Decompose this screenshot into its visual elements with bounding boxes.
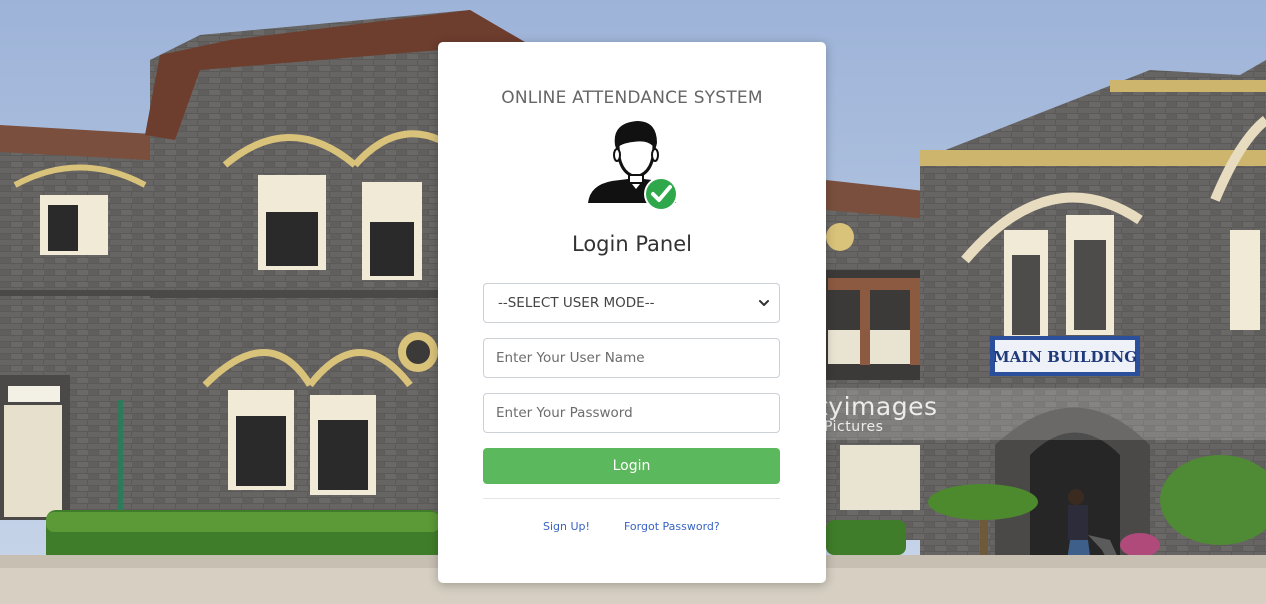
panel-title: Login Panel <box>572 232 692 256</box>
watermark-brand: tyimages <box>818 392 938 421</box>
username-input[interactable] <box>483 338 780 378</box>
chevron-down-icon <box>759 300 769 306</box>
login-button[interactable]: Login <box>483 448 780 484</box>
building-sign-text: MAIN BUILDING <box>993 348 1137 366</box>
app-title: ONLINE ATTENDANCE SYSTEM <box>501 88 763 108</box>
user-verified-icon <box>582 115 682 215</box>
watermark-sub: Pictures <box>824 419 884 435</box>
user-mode-selected: --SELECT USER MODE-- <box>498 295 655 311</box>
forgot-password-link[interactable]: Forgot Password? <box>624 520 720 533</box>
password-input[interactable] <box>483 393 780 433</box>
divider <box>483 498 780 499</box>
signup-link[interactable]: Sign Up! <box>543 520 590 533</box>
image-watermark: tyimages Pictures <box>818 392 938 435</box>
login-card: ONLINE ATTENDANCE SYSTEM Login Panel --S… <box>438 42 826 583</box>
user-mode-select[interactable]: --SELECT USER MODE-- <box>483 283 780 323</box>
